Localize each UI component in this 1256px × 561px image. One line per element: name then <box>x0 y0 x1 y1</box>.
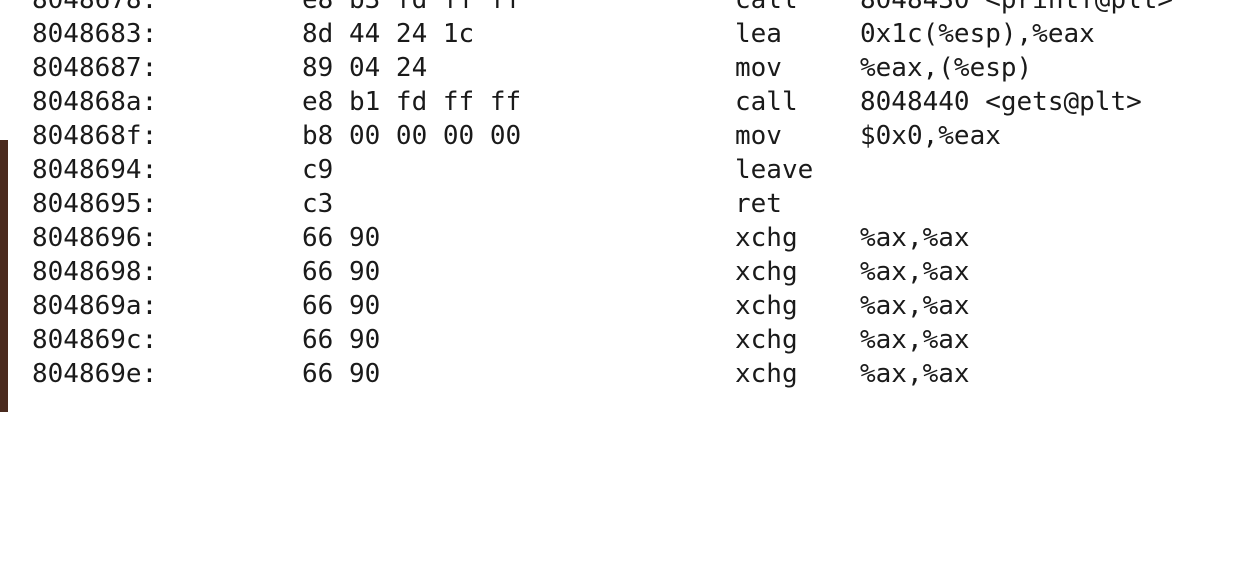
instruction-address: 804869e: <box>32 359 158 389</box>
instruction-operands: $0x0,%eax <box>860 121 1001 151</box>
instruction-mnemonic: lea <box>735 19 782 49</box>
instruction-bytes: 89 04 24 <box>302 53 428 83</box>
instruction-address: 8048694: <box>32 155 158 185</box>
instruction-mnemonic: leave <box>735 155 814 185</box>
instruction-mnemonic: ret <box>735 189 782 219</box>
instruction-operands: %ax,%ax <box>860 223 970 253</box>
instruction-bytes: e8 b1 fd ff ff <box>302 87 522 117</box>
instruction-mnemonic: xchg <box>735 325 798 355</box>
instruction-operands: %eax,(%esp) <box>860 53 1033 83</box>
disassembly-line: 8048683: 8d 44 24 1c lea 0x1c(%esp),%eax <box>0 17 1095 51</box>
instruction-address: 804868f: <box>32 121 158 151</box>
instruction-address: 804868a: <box>32 87 158 117</box>
instruction-mnemonic: xchg <box>735 291 798 321</box>
instruction-mnemonic: mov <box>735 53 782 83</box>
disassembly-line: 8048687: 89 04 24 mov %eax,(%esp) <box>0 51 1032 85</box>
instruction-mnemonic: call <box>735 0 798 15</box>
disassembly-line: 8048698: 66 90 xchg %ax,%ax <box>0 255 970 289</box>
instruction-bytes: 66 90 <box>302 291 381 321</box>
instruction-bytes: e8 b3 fd ff ff <box>302 0 522 15</box>
instruction-operands: %ax,%ax <box>860 359 970 389</box>
instruction-operands: 8048430 <printf@plt> <box>860 0 1174 15</box>
instruction-operands: %ax,%ax <box>860 325 970 355</box>
instruction-mnemonic: mov <box>735 121 782 151</box>
instruction-mnemonic: xchg <box>735 223 798 253</box>
disassembly-line: 804869e: 66 90 xchg %ax,%ax <box>0 357 970 391</box>
terminal-output[interactable]: 8048678: e8 b3 fd ff ff call 8048430 <pr… <box>0 0 1256 412</box>
disassembly-line: 8048694: c9 leave <box>0 153 813 187</box>
instruction-address: 8048696: <box>32 223 158 253</box>
instruction-bytes: c9 <box>302 155 334 185</box>
disassembly-line: 804868a: e8 b1 fd ff ff call 8048440 <ge… <box>0 85 1142 119</box>
instruction-bytes: 66 90 <box>302 223 381 253</box>
instruction-bytes: 66 90 <box>302 257 381 287</box>
instruction-address: 8048683: <box>32 19 158 49</box>
instruction-address: 804869c: <box>32 325 158 355</box>
instruction-address: 8048678: <box>32 0 158 15</box>
disassembly-line: 8048678: e8 b3 fd ff ff call 8048430 <pr… <box>0 0 1173 17</box>
instruction-address: 8048698: <box>32 257 158 287</box>
disassembly-line: 804868f: b8 00 00 00 00 mov $0x0,%eax <box>0 119 1001 153</box>
instruction-operands: 0x1c(%esp),%eax <box>860 19 1095 49</box>
instruction-mnemonic: xchg <box>735 359 798 389</box>
instruction-mnemonic: xchg <box>735 257 798 287</box>
instruction-bytes: 66 90 <box>302 359 381 389</box>
disassembly-line: 804869a: 66 90 xchg %ax,%ax <box>0 289 970 323</box>
instruction-mnemonic: call <box>735 87 798 117</box>
instruction-operands: %ax,%ax <box>860 291 970 321</box>
instruction-address: 8048687: <box>32 53 158 83</box>
instruction-bytes: c3 <box>302 189 334 219</box>
instruction-operands: %ax,%ax <box>860 257 970 287</box>
instruction-bytes: 8d 44 24 1c <box>302 19 475 49</box>
instruction-operands: 8048440 <gets@plt> <box>860 87 1142 117</box>
instruction-bytes: 66 90 <box>302 325 381 355</box>
instruction-address: 804869a: <box>32 291 158 321</box>
disassembly-line: 804869c: 66 90 xchg %ax,%ax <box>0 323 970 357</box>
disassembly-line: 8048696: 66 90 xchg %ax,%ax <box>0 221 970 255</box>
instruction-address: 8048695: <box>32 189 158 219</box>
instruction-bytes: b8 00 00 00 00 <box>302 121 522 151</box>
disassembly-line: 8048695: c3 ret <box>0 187 782 221</box>
